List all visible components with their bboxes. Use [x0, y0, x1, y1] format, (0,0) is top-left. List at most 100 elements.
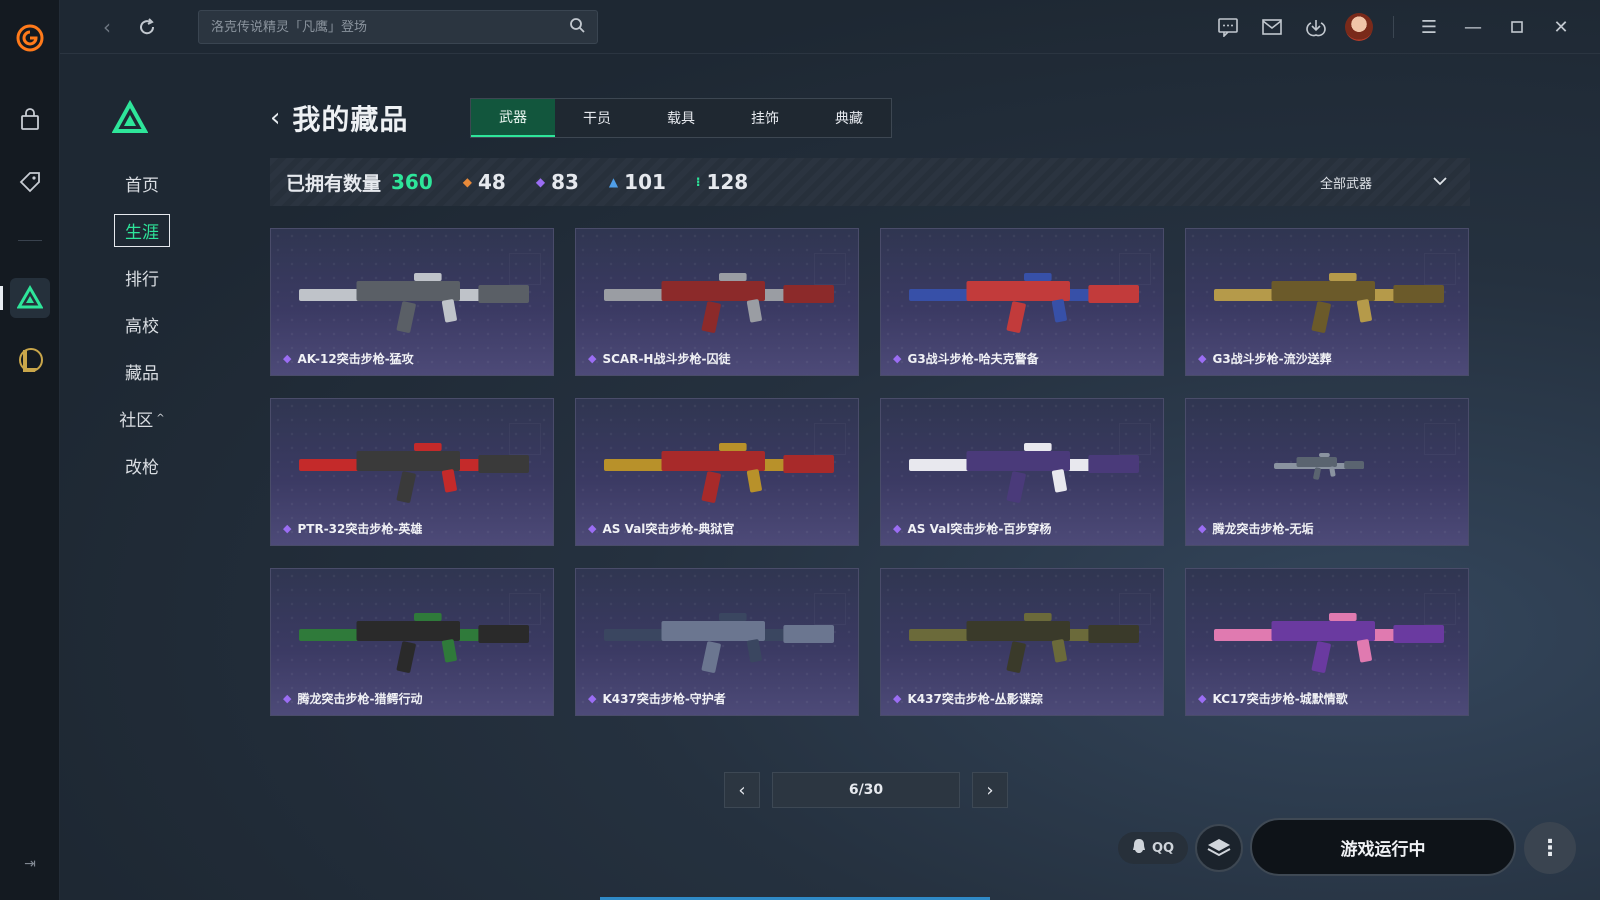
weapon-name: ◆ AK-12突击步枪-猛攻 — [283, 350, 414, 367]
weapon-name-label: 腾龙突击步枪-猎鳄行动 — [297, 692, 423, 706]
weapon-name: ◆ AS Val突击步枪-百步穿杨 — [893, 520, 1051, 537]
chat-icon[interactable] — [1213, 12, 1243, 42]
rail-divider — [18, 240, 42, 241]
side-item-label: 排行 — [125, 270, 159, 290]
weapon-card[interactable]: ◆ SCAR-H战斗步枪-囚徒 — [575, 228, 859, 376]
stat-value: 101 — [624, 170, 666, 194]
weapon-card[interactable]: ◆ AS Val突击步枪-典狱官 — [575, 398, 859, 546]
purple-gem-icon: ◆ — [588, 692, 597, 705]
user-avatar[interactable] — [1345, 13, 1373, 41]
download-icon[interactable] — [1301, 12, 1331, 42]
chevron-down-icon — [1432, 175, 1448, 190]
more-options-icon[interactable]: ⋮ — [1524, 822, 1576, 874]
pagination: ‹ 6/30 › — [724, 772, 1008, 808]
side-item-label: 社区 — [119, 411, 154, 431]
refresh-icon[interactable] — [132, 12, 162, 42]
game-running-button[interactable]: 游戏运行中 — [1250, 818, 1516, 876]
purple-gem-icon: ◆ — [588, 352, 597, 365]
side-item-modify-gun[interactable]: 改枪 — [112, 442, 172, 489]
weapon-card[interactable]: ◆ 腾龙突击步枪-猎鳄行动 — [270, 568, 554, 716]
menu-icon[interactable]: ☰ — [1414, 12, 1444, 42]
tab-charms[interactable]: 挂饰 — [723, 99, 807, 137]
side-item-home[interactable]: 首页 — [112, 160, 172, 207]
tab-operators[interactable]: 干员 — [555, 99, 639, 137]
side-item-career[interactable]: 生涯 — [112, 207, 172, 254]
weapon-grid: ◆ AK-12突击步枪-猛攻 ◆ SCAR-H战斗步枪-囚徒 ◆ G3战斗步枪-… — [270, 228, 1470, 716]
chevron-up-icon: ^ — [156, 413, 165, 424]
left-rail: ⇥ — [0, 0, 60, 900]
purple-gem-icon: ◆ — [893, 352, 902, 365]
weapon-name-label: G3战斗步枪-流沙送葬 — [1212, 352, 1332, 366]
weapon-name-label: AS Val突击步枪-典狱官 — [602, 522, 735, 536]
weapon-card[interactable]: ◆ K437突击步枪-丛影谍踪 — [880, 568, 1164, 716]
search-icon[interactable] — [569, 17, 585, 37]
tab-collectibles[interactable]: 典藏 — [807, 99, 891, 137]
next-page-button[interactable]: › — [972, 772, 1008, 808]
weapon-image — [604, 273, 834, 333]
app-logo-icon[interactable] — [10, 18, 50, 58]
stat-common: ⁝ 128 — [696, 170, 748, 194]
tab-weapons[interactable]: 武器 — [471, 99, 555, 137]
owned-label: 已拥有数量 — [286, 172, 382, 195]
weapon-card[interactable]: ◆ G3战斗步枪-流沙送葬 — [1185, 228, 1469, 376]
side-item-ranking[interactable]: 排行 — [112, 254, 172, 301]
store-bag-icon[interactable] — [10, 100, 50, 140]
weapon-name-label: KC17突击步枪-城默情歌 — [1212, 692, 1348, 706]
weapon-card[interactable]: ◆ 腾龙突击步枪-无垢 — [1185, 398, 1469, 546]
delta-force-game-icon[interactable] — [0, 278, 50, 318]
weapon-name: ◆ AS Val突击步枪-典狱官 — [588, 520, 734, 537]
weapon-name-label: K437突击步枪-丛影谍踪 — [907, 692, 1043, 706]
side-item-college[interactable]: 高校 — [112, 301, 172, 348]
close-icon[interactable]: ✕ — [1546, 12, 1576, 42]
maximize-icon[interactable] — [1502, 12, 1532, 42]
mail-icon[interactable] — [1257, 12, 1287, 42]
weapon-card[interactable]: ◆ AK-12突击步枪-猛攻 — [270, 228, 554, 376]
qq-button[interactable]: QQ — [1118, 832, 1188, 864]
stat-value: 128 — [706, 170, 749, 194]
discount-tag-icon[interactable] — [10, 162, 50, 202]
purple-gem-icon: ◆ — [1198, 352, 1207, 365]
weapon-image — [1274, 453, 1364, 480]
weapon-filter-dropdown[interactable]: 全部武器 — [1320, 158, 1448, 206]
weapon-image — [299, 443, 529, 503]
side-item-label: 改枪 — [125, 458, 159, 478]
search-box[interactable] — [198, 10, 598, 44]
weapon-name-label: AS Val突击步枪-百步穿杨 — [907, 522, 1052, 536]
weapon-card[interactable]: ◆ PTR-32突击步枪-英雄 — [270, 398, 554, 546]
back-arrow-icon[interactable]: ‹ — [270, 103, 280, 133]
prev-page-button[interactable]: ‹ — [724, 772, 760, 808]
purple-gem-icon: ◆ — [588, 522, 597, 535]
purple-gem-icon: ◆ — [1198, 522, 1207, 535]
search-input[interactable] — [211, 19, 569, 35]
side-menu: 首页 生涯 排行 高校 藏品 社区 ^ 改枪 — [112, 160, 172, 489]
purple-gem-icon: ◆ — [283, 522, 292, 535]
weapon-card[interactable]: ◆ K437突击步枪-守护者 — [575, 568, 859, 716]
active-indicator — [0, 286, 3, 310]
layers-icon[interactable] — [1195, 824, 1243, 872]
side-item-label: 生涯 — [114, 214, 170, 247]
league-of-legends-icon[interactable] — [10, 340, 50, 380]
side-item-community[interactable]: 社区 ^ — [112, 395, 172, 442]
top-divider — [1393, 16, 1394, 38]
side-item-collection[interactable]: 藏品 — [112, 348, 172, 395]
weapon-image — [909, 443, 1139, 503]
minimize-icon[interactable]: — — [1458, 12, 1488, 42]
category-tabs: 武器 干员 载具 挂饰 典藏 — [470, 98, 892, 138]
stat-epic: ◆ 83 — [536, 170, 579, 194]
weapon-name: ◆ K437突击步枪-丛影谍踪 — [893, 690, 1043, 707]
collapse-rail-icon[interactable]: ⇥ — [10, 844, 50, 884]
weapon-name: ◆ G3战斗步枪-哈夫克警备 — [893, 350, 1039, 367]
weapon-card[interactable]: ◆ G3战斗步枪-哈夫克警备 — [880, 228, 1164, 376]
tab-vehicles[interactable]: 载具 — [639, 99, 723, 137]
purple-gem-icon: ◆ — [893, 522, 902, 535]
weapon-image — [604, 613, 834, 673]
weapon-image — [1214, 273, 1444, 333]
nav-back-icon[interactable]: ‹ — [92, 12, 122, 42]
stat-value: 48 — [478, 170, 506, 194]
qq-label: QQ — [1151, 840, 1175, 856]
weapon-name: ◆ 腾龙突击步枪-无垢 — [1198, 520, 1313, 537]
weapon-image — [1214, 613, 1444, 673]
weapon-card[interactable]: ◆ AS Val突击步枪-百步穿杨 — [880, 398, 1164, 546]
weapon-card[interactable]: ◆ KC17突击步枪-城默情歌 — [1185, 568, 1469, 716]
weapon-name: ◆ KC17突击步枪-城默情歌 — [1198, 690, 1348, 707]
